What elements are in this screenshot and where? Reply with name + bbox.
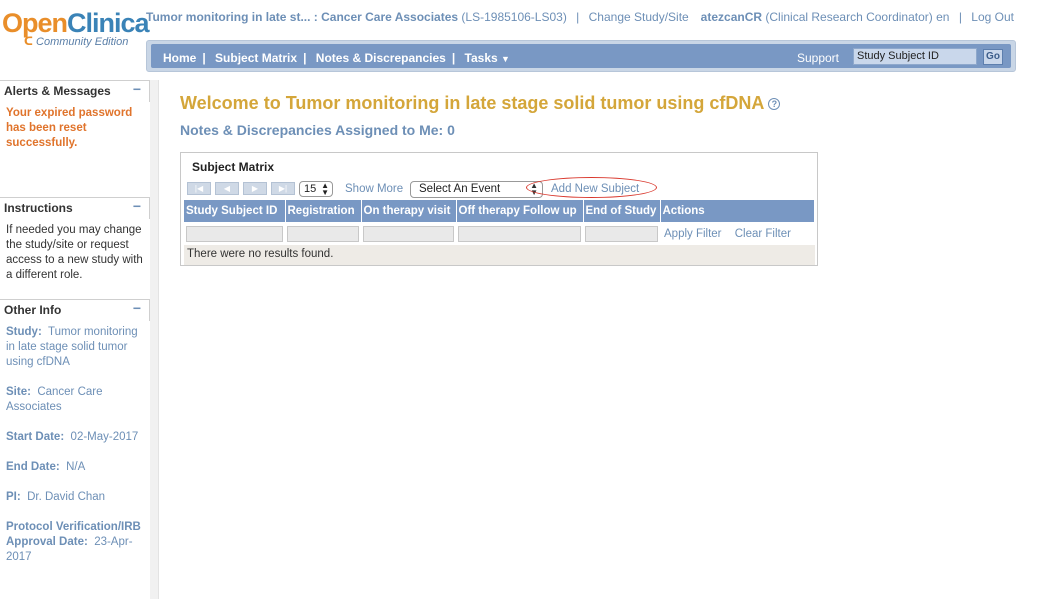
filter-row: Apply Filter Clear Filter — [184, 222, 815, 246]
help-icon[interactable]: ? — [768, 98, 781, 111]
separator: | — [958, 10, 962, 24]
next-page-icon[interactable]: ▶ — [243, 182, 267, 195]
column-header-off-therapy[interactable]: Off therapy Follow up — [456, 200, 584, 222]
last-page-icon[interactable]: ▶| — [271, 182, 295, 195]
nav-tasks[interactable]: Tasks ▼ — [465, 51, 510, 65]
nav-support-link[interactable]: Support — [797, 51, 839, 65]
info-pi: PI: Dr. David Chan — [6, 491, 106, 503]
nav-subject-matrix[interactable]: Subject Matrix — [215, 51, 297, 65]
sidebar: Alerts & Messages − Your expired passwor… — [0, 80, 158, 599]
first-page-icon[interactable]: |◀ — [187, 182, 211, 195]
highlight-annotation — [526, 177, 657, 198]
notes-assigned-link[interactable]: Notes & Discrepancies Assigned to Me: 0 — [180, 122, 455, 138]
language-link[interactable]: en — [936, 10, 949, 24]
logo-edition: Community Edition — [36, 36, 129, 48]
other-info-title: Other Info — [4, 303, 62, 317]
current-study-line: Tumor monitoring in late st... : Cancer … — [146, 10, 689, 24]
table-header-row: Study Subject ID Registration On therapy… — [184, 200, 815, 222]
subject-matrix-table: Study Subject ID Registration On therapy… — [184, 200, 815, 246]
page-size-select[interactable]: 15 ▲ ▼ — [299, 181, 333, 197]
subject-matrix-title: Subject Matrix — [192, 160, 275, 174]
instructions-panel: Instructions − If needed you may change … — [0, 197, 150, 287]
other-info-panel: Other Info − Study: Tumor monitoring in … — [0, 299, 150, 584]
main-navbar: Home | Subject Matrix | Notes & Discrepanc… — [146, 40, 1016, 72]
username: atezcanCR — [700, 10, 763, 24]
search-go-button[interactable]: Go — [983, 49, 1003, 65]
info-protocol-date: Protocol Verification/IRB Approval Date:… — [6, 521, 141, 563]
column-header-subject-id[interactable]: Study Subject ID — [184, 200, 286, 222]
instructions-title: Instructions — [4, 201, 73, 215]
collapse-icon[interactable]: − — [133, 300, 141, 316]
change-study-link[interactable]: Change Study/Site — [589, 10, 689, 24]
study-subject-search-input[interactable]: Study Subject ID — [853, 48, 977, 65]
user-role: (Clinical Research Coordinator) — [765, 10, 933, 24]
logout-link[interactable]: Log Out — [971, 10, 1014, 24]
nav-notes-discrepancies[interactable]: Notes & Discrepancies — [316, 51, 446, 65]
apply-filter-link[interactable]: Apply Filter — [664, 228, 722, 240]
nav-home[interactable]: Home — [163, 51, 196, 65]
subject-matrix-panel: Subject Matrix |◀ ◀ ▶ ▶| 15 ▲ ▼ Show More … — [180, 152, 818, 266]
instructions-text: If needed you may change the study/site … — [6, 224, 143, 281]
filter-end-of-study[interactable] — [585, 226, 658, 242]
openclinica-logo: OpenClinica ᑕ Community Edition — [2, 8, 150, 48]
column-header-registration[interactable]: Registration — [285, 200, 362, 222]
filter-off-therapy[interactable] — [458, 226, 581, 242]
study-id: (LS-1985106-LS03) — [461, 10, 567, 24]
logo-brand-part2: Clinica — [67, 8, 150, 38]
separator: | — [576, 10, 580, 24]
page-title: Welcome to Tumor monitoring in late stag… — [180, 93, 781, 114]
collapse-icon[interactable]: − — [133, 198, 141, 214]
filter-on-therapy[interactable] — [363, 226, 454, 242]
collapse-icon[interactable]: − — [133, 81, 141, 97]
no-results-message: There were no results found. — [184, 245, 815, 265]
clear-filter-link[interactable]: Clear Filter — [735, 228, 791, 240]
alerts-panel: Alerts & Messages − Your expired passwor… — [0, 80, 150, 155]
alerts-title: Alerts & Messages — [4, 84, 111, 98]
info-study: Study: Tumor monitoring in late stage so… — [6, 326, 138, 368]
study-short-name: Tumor monitoring in late st... : Cancer … — [146, 10, 459, 24]
logo-brand-part1: Open — [2, 8, 68, 38]
show-more-link[interactable]: Show More — [345, 183, 403, 195]
filter-registration[interactable] — [287, 226, 359, 242]
column-header-actions: Actions — [660, 200, 815, 222]
user-info-line: atezcanCR (Clinical Research Coordinator… — [701, 10, 1014, 24]
info-start-date: Start Date: 02-May-2017 — [6, 431, 139, 443]
alerts-message: Your expired password has been reset suc… — [6, 107, 133, 149]
select-event-dropdown[interactable]: Select An Event ▲ ▼ — [410, 181, 543, 198]
info-end-date: End Date: N/A — [6, 461, 86, 473]
column-header-end-of-study[interactable]: End of Study — [583, 200, 661, 222]
column-header-on-therapy[interactable]: On therapy visit — [361, 200, 457, 222]
filter-subject-id[interactable] — [186, 226, 283, 242]
logo-swoosh-icon: ᑕ — [24, 36, 33, 48]
info-site: Site: Cancer Care Associates — [6, 386, 103, 413]
prev-page-icon[interactable]: ◀ — [215, 182, 239, 195]
chevron-down-icon: ▼ — [501, 54, 510, 64]
